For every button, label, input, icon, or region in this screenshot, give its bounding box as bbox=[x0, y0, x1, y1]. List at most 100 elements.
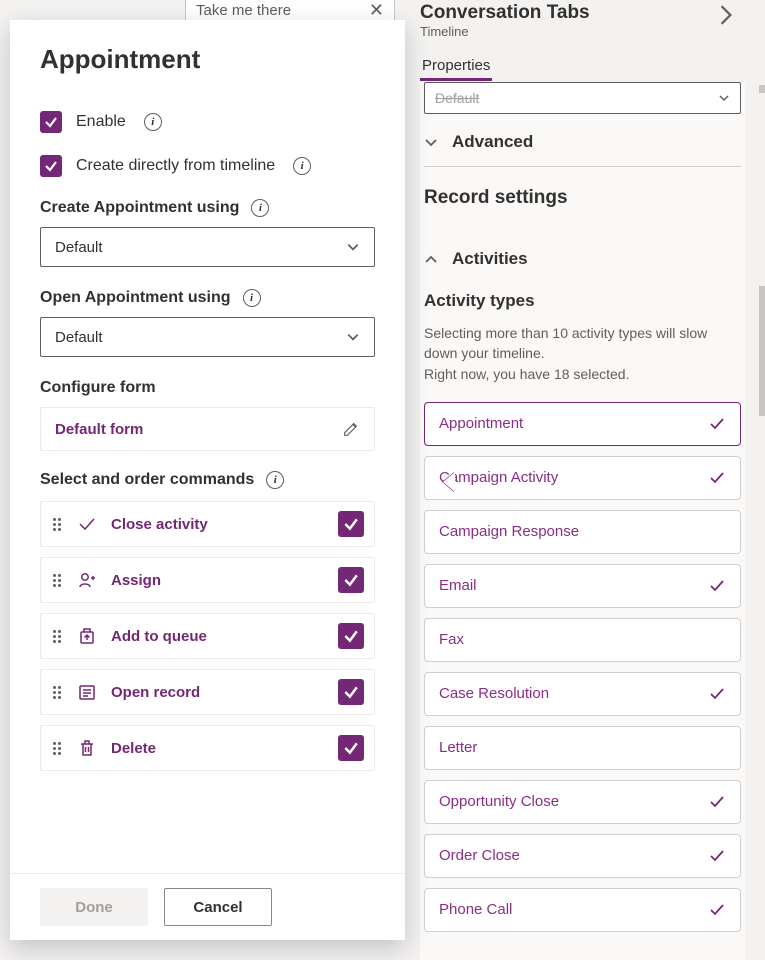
advanced-section[interactable]: Advanced bbox=[424, 114, 741, 166]
check-icon bbox=[708, 415, 726, 433]
type-label: Email bbox=[439, 577, 477, 594]
select-value: Default bbox=[55, 329, 103, 346]
assign-icon bbox=[77, 570, 97, 590]
command-item[interactable]: Add to queue bbox=[40, 613, 375, 659]
activity-type-item[interactable]: Campaign Response bbox=[424, 510, 741, 554]
activity-type-item[interactable]: Phone Call bbox=[424, 888, 741, 932]
create-using-select[interactable]: Default bbox=[40, 227, 375, 267]
command-label: Assign bbox=[111, 572, 324, 589]
panel-title: Appointment bbox=[40, 44, 375, 75]
drag-handle-icon[interactable] bbox=[51, 686, 63, 699]
activity-type-item[interactable]: Email bbox=[424, 564, 741, 608]
activity-type-list: Appointment Campaign Activity Campaign R… bbox=[424, 402, 741, 932]
check-icon bbox=[708, 793, 726, 811]
type-label: Phone Call bbox=[439, 901, 512, 918]
check-icon bbox=[708, 847, 726, 865]
panel-footer: Done Cancel bbox=[10, 873, 405, 940]
create-timeline-checkbox-row[interactable]: Create directly from timeline i bbox=[40, 155, 375, 177]
checkbox-checked-icon[interactable] bbox=[338, 735, 364, 761]
configure-form-row[interactable]: Default form bbox=[40, 407, 375, 451]
properties-select[interactable]: Default bbox=[424, 82, 741, 114]
open-using-label: Open Appointment using i bbox=[40, 289, 375, 307]
command-item[interactable]: Assign bbox=[40, 557, 375, 603]
queue-icon bbox=[77, 626, 97, 646]
type-label: Order Close bbox=[439, 847, 520, 864]
type-label: Letter bbox=[439, 739, 477, 756]
info-icon[interactable]: i bbox=[243, 289, 261, 307]
open-using-select[interactable]: Default bbox=[40, 317, 375, 357]
scrollbar-thumb[interactable] bbox=[759, 286, 765, 416]
configure-form-label: Configure form bbox=[40, 379, 375, 397]
checkbox-checked-icon[interactable] bbox=[338, 567, 364, 593]
command-item[interactable]: Close activity bbox=[40, 501, 375, 547]
banner-text: Take me there bbox=[196, 2, 291, 19]
info-icon[interactable]: i bbox=[144, 113, 162, 131]
info-icon[interactable]: i bbox=[293, 157, 311, 175]
appointment-panel: Appointment Enable i Create directly fro… bbox=[10, 20, 405, 940]
command-list: Close activity Assign Add to queue Open … bbox=[40, 501, 375, 771]
activity-type-item[interactable]: Order Close bbox=[424, 834, 741, 878]
record-settings-heading: Record settings bbox=[424, 167, 741, 223]
close-icon[interactable]: ✕ bbox=[369, 0, 384, 21]
chevron-down-icon bbox=[346, 330, 360, 344]
drag-handle-icon[interactable] bbox=[51, 742, 63, 755]
type-label: Campaign Activity bbox=[439, 469, 558, 486]
scrollbar-thumb[interactable] bbox=[759, 85, 765, 93]
activity-type-item[interactable]: Case Resolution bbox=[424, 672, 741, 716]
activity-type-item[interactable]: Campaign Activity bbox=[424, 456, 741, 500]
help-text: Selecting more than 10 activity types wi… bbox=[424, 323, 741, 384]
check-icon bbox=[77, 514, 97, 534]
activity-type-item[interactable]: Appointment bbox=[424, 402, 741, 446]
activities-section[interactable]: Activities bbox=[424, 223, 741, 283]
check-icon bbox=[708, 577, 726, 595]
right-panel: Default Advanced Record settings Activit… bbox=[420, 82, 745, 960]
check-icon bbox=[708, 901, 726, 919]
drag-handle-icon[interactable] bbox=[51, 518, 63, 531]
done-button[interactable]: Done bbox=[40, 888, 148, 926]
cancel-button[interactable]: Cancel bbox=[164, 888, 272, 926]
info-icon[interactable]: i bbox=[251, 199, 269, 217]
command-label: Delete bbox=[111, 740, 324, 757]
checkbox-checked-icon[interactable] bbox=[338, 679, 364, 705]
header-title: Conversation Tabs bbox=[420, 2, 737, 24]
drag-handle-icon[interactable] bbox=[51, 630, 63, 643]
enable-label: Enable bbox=[76, 113, 126, 131]
activity-type-item[interactable]: Fax bbox=[424, 618, 741, 662]
enable-checkbox-row[interactable]: Enable i bbox=[40, 111, 375, 133]
activity-type-item[interactable]: Opportunity Close bbox=[424, 780, 741, 824]
chevron-down-icon bbox=[346, 240, 360, 254]
command-label: Close activity bbox=[111, 516, 324, 533]
type-label: Fax bbox=[439, 631, 464, 648]
checkbox-checked-icon[interactable] bbox=[40, 111, 62, 133]
type-label: Campaign Response bbox=[439, 523, 579, 540]
edit-icon[interactable] bbox=[342, 420, 360, 438]
form-name: Default form bbox=[55, 421, 143, 438]
info-icon[interactable]: i bbox=[266, 471, 284, 489]
header-subtitle: Timeline bbox=[420, 24, 737, 39]
command-item[interactable]: Open record bbox=[40, 669, 375, 715]
type-label: Case Resolution bbox=[439, 685, 549, 702]
chevron-down-icon bbox=[424, 135, 438, 149]
open-icon bbox=[77, 682, 97, 702]
select-value: Default bbox=[55, 239, 103, 256]
activity-type-item[interactable]: Letter bbox=[424, 726, 741, 770]
chevron-down-icon bbox=[718, 92, 730, 104]
command-label: Open record bbox=[111, 684, 324, 701]
command-item[interactable]: Delete bbox=[40, 725, 375, 771]
chevron-right-icon[interactable] bbox=[719, 4, 733, 26]
checkbox-checked-icon[interactable] bbox=[40, 155, 62, 177]
right-header: Conversation Tabs Timeline Properties bbox=[420, 0, 755, 81]
type-label: Appointment bbox=[439, 415, 523, 432]
checkbox-checked-icon[interactable] bbox=[338, 511, 364, 537]
section-label: Advanced bbox=[452, 132, 533, 152]
tab-properties[interactable]: Properties bbox=[420, 53, 492, 81]
create-using-label: Create Appointment using i bbox=[40, 199, 375, 217]
checkbox-checked-icon[interactable] bbox=[338, 623, 364, 649]
command-label: Add to queue bbox=[111, 628, 324, 645]
delete-icon bbox=[77, 738, 97, 758]
commands-label: Select and order commands i bbox=[40, 471, 375, 489]
select-value: Default bbox=[435, 90, 479, 106]
check-icon bbox=[708, 685, 726, 703]
check-icon bbox=[708, 469, 726, 487]
drag-handle-icon[interactable] bbox=[51, 574, 63, 587]
